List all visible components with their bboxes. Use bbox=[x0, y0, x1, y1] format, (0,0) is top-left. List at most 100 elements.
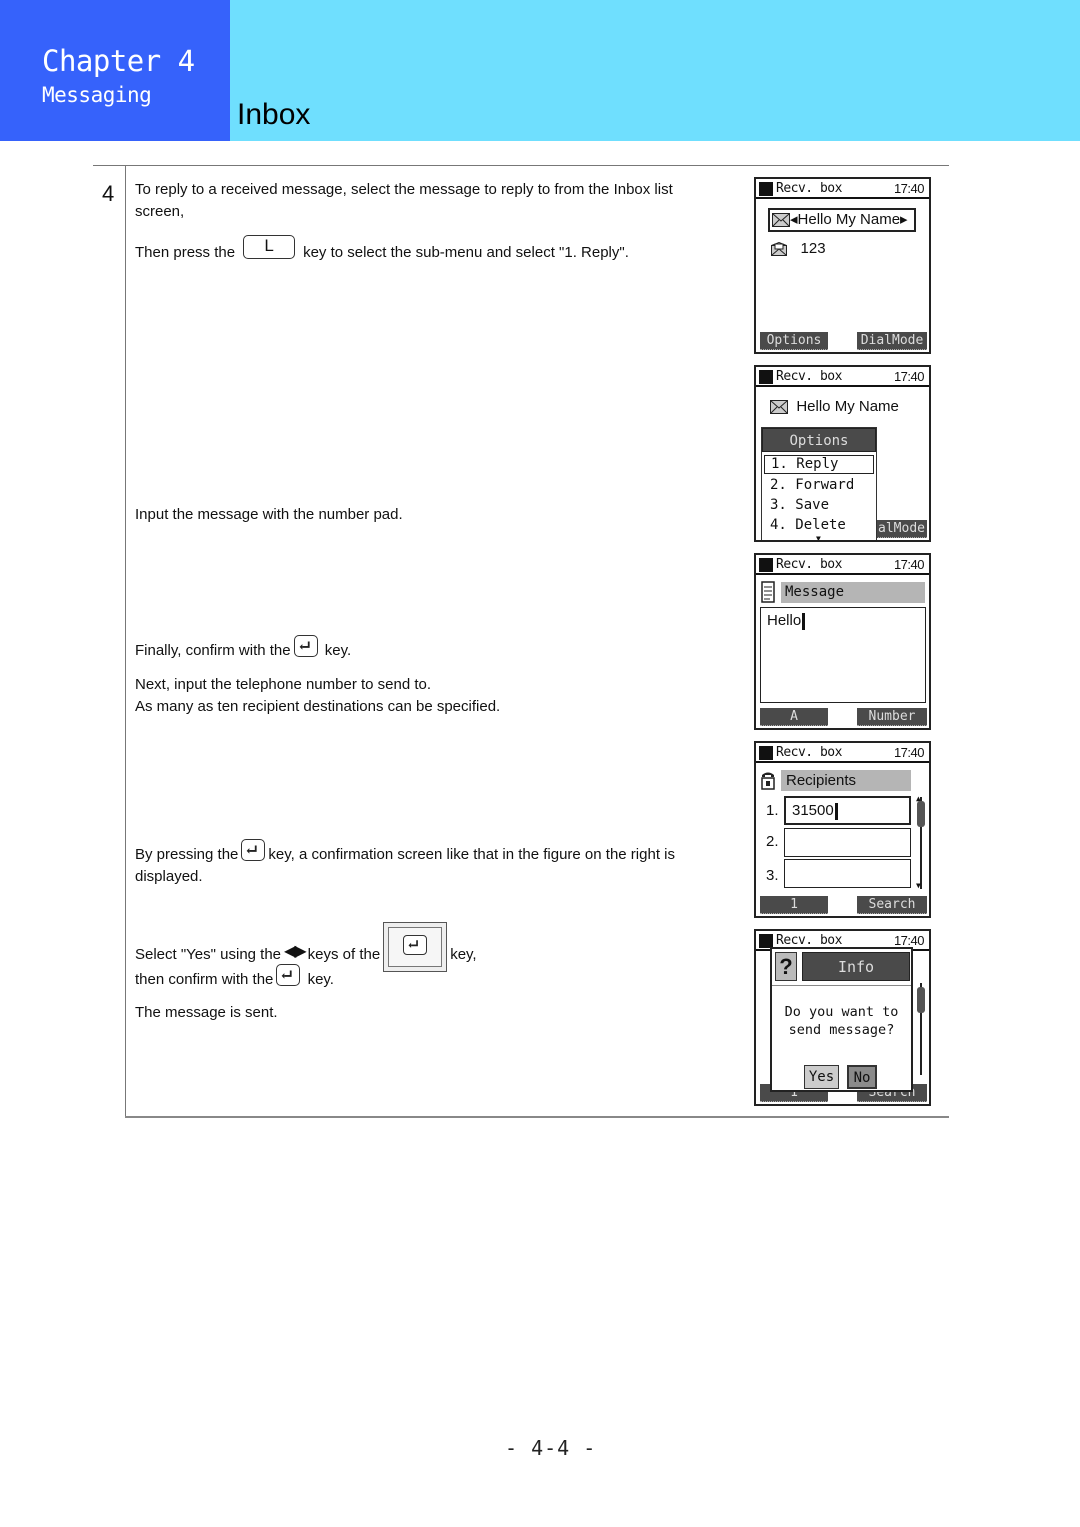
dialog-title: Info bbox=[802, 952, 910, 981]
phone-screen-confirm: Recv. box 17:40 1 Search ? Info Do you w… bbox=[754, 929, 931, 1106]
title-banner bbox=[230, 0, 1080, 141]
instruction-line: then confirm with the key. bbox=[135, 964, 334, 991]
text-fragment: By pressing the bbox=[135, 846, 239, 863]
phone-screen-inbox-list: Recv. box 17:40 ◂Hello My Name▸ 123 Opti… bbox=[754, 177, 931, 354]
list-item[interactable]: Hello My Name bbox=[770, 398, 899, 415]
menu-item-delete[interactable]: 4. Delete bbox=[762, 515, 876, 535]
recipient-field[interactable] bbox=[784, 828, 911, 857]
chapter-banner: Chapter 4 Messaging bbox=[0, 0, 230, 141]
signal-block-icon bbox=[759, 558, 773, 572]
no-button[interactable]: No bbox=[847, 1065, 877, 1089]
left-right-arrows-icon: ◀▶ bbox=[284, 943, 307, 960]
text-fragment: then confirm with the bbox=[135, 971, 274, 988]
recipients-header: Recipients bbox=[781, 770, 911, 791]
text-cursor bbox=[802, 612, 806, 630]
list-item[interactable]: 123 bbox=[770, 240, 826, 257]
status-label: Recv. box bbox=[776, 745, 842, 760]
scrollbar-thumb[interactable] bbox=[917, 801, 925, 827]
menu-item-reply[interactable]: 1. Reply bbox=[764, 455, 874, 474]
status-label: Recv. box bbox=[776, 181, 842, 196]
navigation-key-icon bbox=[383, 922, 448, 972]
options-menu: Options 1. Reply 2. Forward 3. Save 4. D… bbox=[761, 427, 877, 542]
enter-key-icon bbox=[293, 635, 318, 658]
signal-block-icon bbox=[759, 934, 773, 948]
envelope-open-icon bbox=[770, 242, 788, 257]
softkey-left[interactable]: A bbox=[760, 708, 828, 726]
dialog-message-line: Do you want to bbox=[784, 1004, 899, 1020]
instruction-line: displayed. bbox=[135, 868, 203, 885]
phone-book-icon bbox=[761, 772, 775, 790]
instruction-line: Then press the Lkey to select the sub-men… bbox=[135, 235, 629, 265]
softkey-left[interactable]: Options bbox=[760, 332, 828, 350]
status-time: 17:40 bbox=[893, 181, 925, 196]
menu-item-forward[interactable]: 2. Forward bbox=[762, 475, 876, 495]
menu-item-save[interactable]: 3. Save bbox=[762, 495, 876, 515]
text-fragment: key, a confirmation screen like that in … bbox=[268, 846, 675, 863]
status-time: 17:40 bbox=[893, 933, 925, 948]
recipient-field[interactable] bbox=[784, 859, 911, 888]
recipient-number-label: 2. bbox=[766, 833, 779, 850]
phone-screen-message: Recv. box 17:40 Message Hello A Number bbox=[754, 553, 931, 730]
text-fragment: key. bbox=[324, 642, 352, 659]
text-fragment: Select "Yes" using the bbox=[135, 945, 282, 963]
question-icon: ? bbox=[775, 952, 797, 981]
instruction-line: As many as ten recipient destinations ca… bbox=[135, 698, 501, 715]
softkey-right[interactable]: Search bbox=[857, 896, 927, 914]
instruction-line: Finally, confirm with the key. bbox=[135, 635, 352, 662]
more-down-icon: ▼ bbox=[816, 534, 821, 542]
message-text: Hello bbox=[767, 612, 802, 629]
document-icon bbox=[761, 581, 775, 603]
signal-block-icon bbox=[759, 182, 773, 196]
dialog-message: Do you want to send message? bbox=[772, 1003, 911, 1039]
page-number: - 4-4 - bbox=[505, 1436, 597, 1460]
enter-key-icon bbox=[241, 839, 266, 862]
recipient-number-label: 1. bbox=[766, 802, 779, 819]
status-time: 17:40 bbox=[893, 369, 925, 384]
instruction-line: To reply to a received message, select t… bbox=[135, 181, 673, 198]
options-menu-title: Options bbox=[762, 428, 876, 452]
chapter-subtitle: Messaging bbox=[42, 83, 152, 107]
phone-screen-recipients: Recv. box 17:40 Recipients 1. 31500 2. 3… bbox=[754, 741, 931, 918]
list-item-text: ◂Hello My Name▸ bbox=[790, 211, 908, 228]
recipient-value: 31500 bbox=[792, 802, 834, 819]
recipient-number-label: 3. bbox=[766, 867, 779, 884]
top-divider bbox=[93, 165, 949, 166]
text-cursor bbox=[834, 802, 838, 820]
softkey-left[interactable]: 1 bbox=[760, 896, 828, 914]
confirm-dialog: ? Info Do you want to send message? Yes … bbox=[770, 947, 913, 1092]
list-item-text: Hello My Name bbox=[796, 398, 899, 415]
list-item-text: 123 bbox=[800, 240, 826, 257]
bottom-divider bbox=[125, 1116, 949, 1118]
enter-key-icon bbox=[276, 964, 301, 987]
text-fragment: Then press the bbox=[135, 243, 236, 261]
scrollbar-thumb bbox=[917, 987, 925, 1013]
text-fragment: keys of the bbox=[307, 945, 381, 963]
text-fragment: key to select the sub-menu and select "1… bbox=[303, 243, 629, 261]
signal-block-icon bbox=[759, 370, 773, 384]
status-label: Recv. box bbox=[776, 557, 842, 572]
instruction-line: Input the message with the number pad. bbox=[135, 506, 403, 523]
instruction-line: By pressing the key, a confirmation scree… bbox=[135, 839, 675, 866]
chapter-title: Chapter 4 bbox=[42, 44, 195, 78]
yes-button[interactable]: Yes bbox=[804, 1065, 839, 1089]
step-number: 4 bbox=[102, 181, 115, 206]
l-key-icon: L bbox=[243, 235, 296, 259]
softkey-right[interactable]: DialMode bbox=[857, 332, 927, 350]
recipient-field[interactable]: 31500 bbox=[784, 796, 911, 825]
text-fragment: key, bbox=[450, 945, 477, 963]
text-fragment: Finally, confirm with the bbox=[135, 642, 291, 659]
status-bar: Recv. box 17:40 bbox=[756, 367, 929, 387]
status-time: 17:40 bbox=[893, 745, 925, 760]
softkey-right[interactable]: Number bbox=[857, 708, 927, 726]
dialog-divider bbox=[772, 985, 911, 986]
message-input[interactable]: Hello bbox=[760, 607, 926, 703]
status-time: 17:40 bbox=[893, 557, 925, 572]
status-bar: Recv. box 17:40 bbox=[756, 179, 929, 199]
instruction-line: Next, input the telephone number to send… bbox=[135, 676, 432, 693]
envelope-icon bbox=[770, 400, 788, 415]
page-title: Inbox bbox=[237, 98, 311, 131]
status-bar: Recv. box 17:40 bbox=[756, 555, 929, 575]
list-item-selected[interactable]: ◂Hello My Name▸ bbox=[768, 208, 916, 232]
message-header: Message bbox=[781, 582, 925, 603]
instruction-line: screen, bbox=[135, 203, 185, 220]
